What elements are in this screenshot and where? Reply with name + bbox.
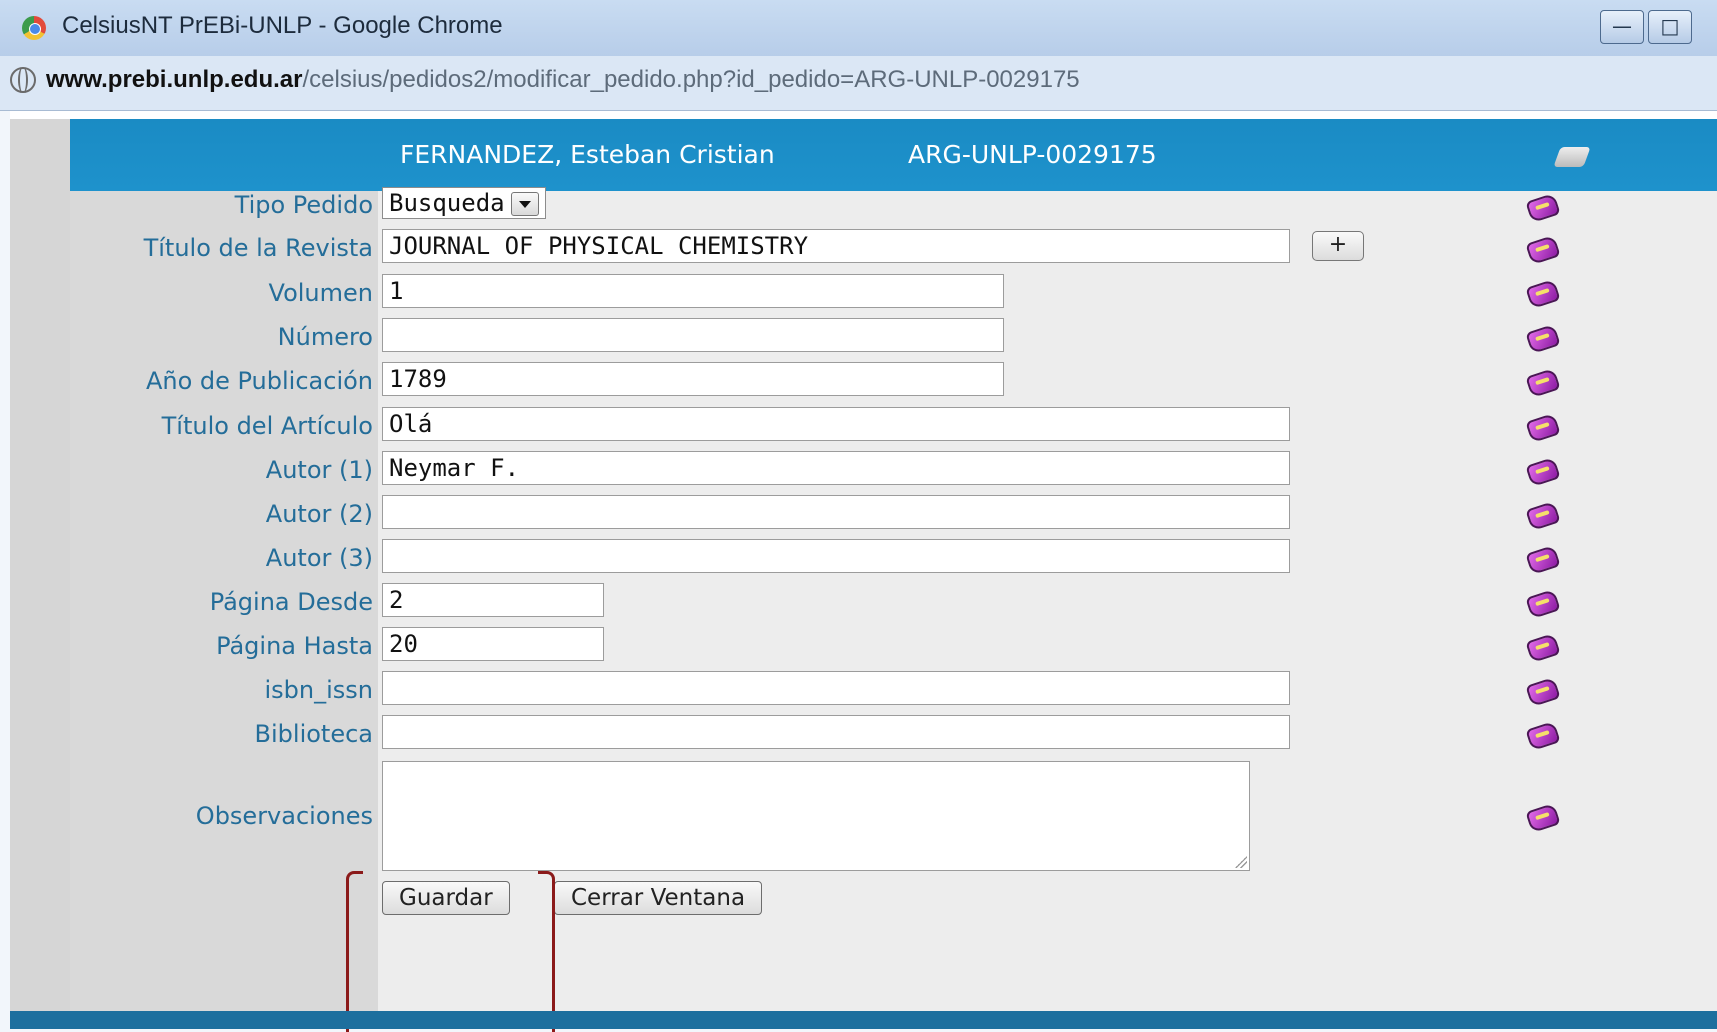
- titulo-articulo-input[interactable]: Olá: [382, 407, 1290, 441]
- label-autor-1: Autor (1): [265, 456, 373, 484]
- page-content: FERNANDEZ, Esteban Cristian ARG-UNLP-002…: [10, 111, 1717, 1032]
- print-icon[interactable]: [1553, 147, 1591, 167]
- globe-icon: [10, 67, 36, 93]
- url-text[interactable]: www.prebi.unlp.edu.ar/celsius/pedidos2/m…: [46, 66, 1080, 94]
- biblioteca-input[interactable]: [382, 715, 1290, 749]
- maximize-icon[interactable]: □: [1648, 10, 1692, 44]
- volumen-input[interactable]: 1: [382, 274, 1004, 308]
- minimize-icon[interactable]: —: [1600, 10, 1644, 44]
- url-path: /celsius/pedidos2/modificar_pedido.php?i…: [302, 66, 1080, 93]
- cerrar-ventana-button[interactable]: Cerrar Ventana: [554, 881, 763, 915]
- left-margin: [10, 119, 70, 1023]
- order-header: FERNANDEZ, Esteban Cristian ARG-UNLP-002…: [70, 119, 1717, 191]
- resize-grip-icon[interactable]: [1235, 856, 1247, 868]
- tipo-pedido-value: Busqueda: [389, 189, 505, 217]
- label-anio: Año de Publicación: [145, 367, 373, 395]
- add-revista-button[interactable]: +: [1312, 231, 1364, 261]
- window-title: CelsiusNT PrEBi-UNLP - Google Chrome: [62, 12, 503, 39]
- label-tipo-pedido: Tipo Pedido: [234, 191, 373, 219]
- isbn-issn-input[interactable]: [382, 671, 1290, 705]
- label-titulo-revista: Título de la Revista: [143, 234, 373, 262]
- label-autor-2: Autor (2): [265, 500, 373, 528]
- label-numero: Número: [277, 323, 373, 351]
- chevron-down-icon[interactable]: [510, 192, 539, 216]
- annotation-bracket-right: [538, 871, 555, 1032]
- label-isbn-issn: isbn_issn: [264, 676, 373, 704]
- anio-input[interactable]: 1789: [382, 362, 1004, 396]
- url-host: www.prebi.unlp.edu.ar: [46, 66, 303, 93]
- annotation-bracket-left: [346, 871, 363, 1032]
- label-titulo-articulo: Título del Artículo: [161, 412, 373, 440]
- titulo-revista-input[interactable]: JOURNAL OF PHYSICAL CHEMISTRY: [382, 229, 1290, 263]
- page-footer-bar: [10, 1011, 1717, 1029]
- pagina-hasta-input[interactable]: 20: [382, 627, 604, 661]
- window-titlebar: CelsiusNT PrEBi-UNLP - Google Chrome — □: [0, 0, 1717, 56]
- chrome-icon: [22, 16, 46, 40]
- order-id: ARG-UNLP-0029175: [908, 140, 1157, 169]
- autor-2-input[interactable]: [382, 495, 1290, 529]
- guardar-button[interactable]: Guardar: [382, 881, 510, 915]
- label-biblioteca: Biblioteca: [254, 720, 373, 748]
- observaciones-textarea[interactable]: [382, 761, 1250, 871]
- label-observaciones: Observaciones: [195, 802, 373, 830]
- label-pagina-desde: Página Desde: [209, 588, 373, 616]
- pagina-desde-input[interactable]: 2: [382, 583, 604, 617]
- label-autor-3: Autor (3): [265, 544, 373, 572]
- autor-3-input[interactable]: [382, 539, 1290, 573]
- autor-1-input[interactable]: Neymar F.: [382, 451, 1290, 485]
- numero-input[interactable]: [382, 318, 1004, 352]
- address-bar[interactable]: www.prebi.unlp.edu.ar/celsius/pedidos2/m…: [0, 56, 1717, 111]
- label-volumen: Volumen: [268, 279, 373, 307]
- user-name: FERNANDEZ, Esteban Cristian: [400, 140, 775, 169]
- label-pagina-hasta: Página Hasta: [216, 632, 373, 660]
- tipo-pedido-select[interactable]: Busqueda: [382, 187, 546, 219]
